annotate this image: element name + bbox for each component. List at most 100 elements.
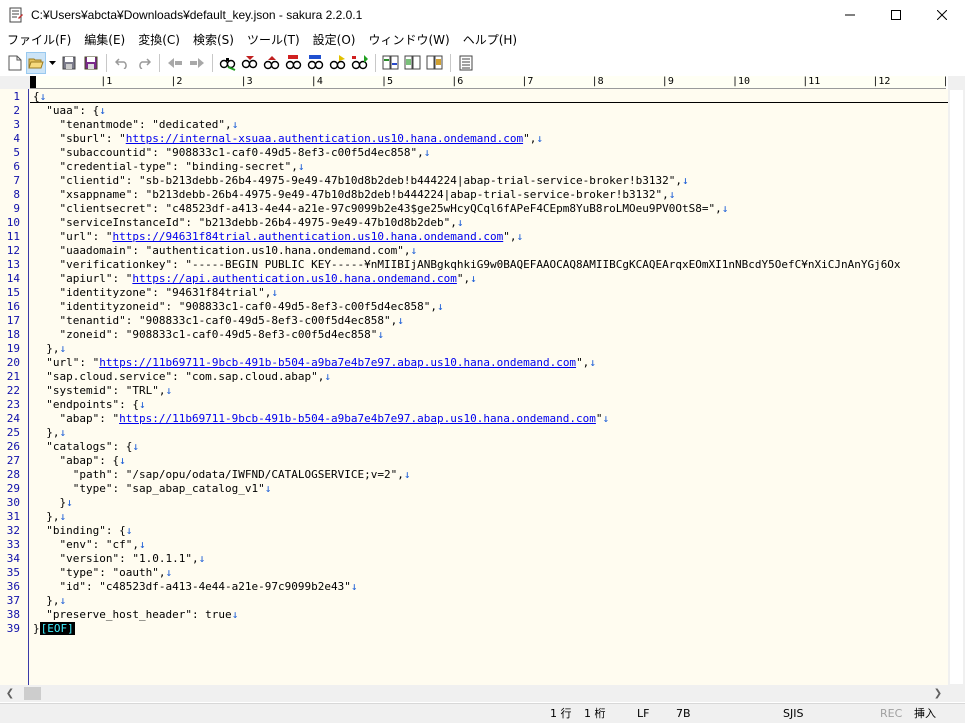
code-line[interactable]: "tenantid": "908833c1-caf0-49d5-8ef3-c00…: [33, 314, 403, 328]
jump-forward-button[interactable]: [186, 52, 208, 74]
open-recent-dropdown[interactable]: [46, 52, 58, 74]
code-text: "clientid": "sb-b213debb-26b4-4975-9e49-…: [33, 174, 683, 187]
text-content[interactable]: {↓ "uaa": {↓ "tenantmode": "dedicated",↓…: [33, 89, 948, 685]
line-number: 38: [6, 608, 20, 621]
editor-area[interactable]: 1 2 3 4 5 6 7 8 9 10 11 12 13 14 15 16 17 18 19 20 21 22 23 24 2…: [0, 89, 948, 685]
maximize-button[interactable]: [873, 0, 919, 30]
code-line[interactable]: "sburl": "https://internal-xsuaa.authent…: [33, 132, 542, 146]
code-line[interactable]: {↓: [33, 90, 46, 104]
code-line[interactable]: },↓: [33, 594, 66, 608]
code-line[interactable]: "clientsecret": "c48523df-a413-4e44-a21e…: [33, 202, 728, 216]
code-line[interactable]: "xsappname": "b213debb-26b4-4975-9e49-47…: [33, 188, 675, 202]
code-line[interactable]: "subaccountid": "908833c1-caf0-49d5-8ef3…: [33, 146, 430, 160]
url-link[interactable]: https://94631f84trial.authentication.us1…: [112, 230, 503, 243]
url-link[interactable]: https://api.authentication.us10.hana.ond…: [132, 272, 457, 285]
close-button[interactable]: [919, 0, 965, 30]
code-line[interactable]: "type": "sap_abap_catalog_v1"↓: [33, 482, 272, 496]
search-clear-button[interactable]: [283, 52, 305, 74]
line-feed-mark-icon: ↓: [403, 468, 411, 481]
code-line[interactable]: "catalogs": {↓: [33, 440, 139, 454]
code-line[interactable]: "credential-type": "binding-secret",↓: [33, 160, 304, 174]
search-icon: [219, 58, 236, 71]
save-as-button[interactable]: [80, 52, 102, 74]
ruler-tick-label: 0: [30, 76, 37, 87]
code-line[interactable]: "version": "1.0.1.1",↓: [33, 552, 205, 566]
open-file-button[interactable]: [26, 52, 46, 74]
save-button[interactable]: [58, 52, 80, 74]
code-line[interactable]: "serviceInstanceId": "b213debb-26b4-4975…: [33, 216, 463, 230]
search-prev-button[interactable]: [239, 52, 261, 74]
line-feed-mark-icon: ↓: [602, 412, 610, 425]
code-line[interactable]: "tenantmode": "dedicated",↓: [33, 118, 238, 132]
code-line[interactable]: "path": "/sap/opu/odata/IWFND/CATALOGSER…: [33, 468, 411, 482]
url-link[interactable]: https://11b69711-9bcb-491b-b504-a9ba7e4b…: [99, 356, 576, 369]
code-line[interactable]: "preserve_host_header": true↓: [33, 608, 238, 622]
menu-search[interactable]: 検索(S): [186, 30, 240, 50]
code-line[interactable]: "abap": {↓: [33, 454, 125, 468]
code-text: ",: [523, 132, 537, 145]
minimize-icon: [845, 14, 855, 16]
code-line[interactable]: }↓: [33, 496, 72, 510]
bookmark-button[interactable]: [349, 52, 371, 74]
ruler-tick-label: |7: [521, 76, 534, 87]
code-line[interactable]: "url": "https://11b69711-9bcb-491b-b504-…: [33, 356, 596, 370]
code-line[interactable]: "uaa": {↓: [33, 104, 106, 118]
vertical-scrollbar[interactable]: [948, 76, 965, 685]
code-line[interactable]: "sap.cloud.service": "com.sap.cloud.abap…: [33, 370, 331, 384]
code-line[interactable]: "clientid": "sb-b213debb-26b4-4975-9e49-…: [33, 174, 688, 188]
menu-file[interactable]: ファイル(F): [0, 30, 77, 50]
code-text: ": [595, 412, 603, 425]
code-line[interactable]: "url": "https://94631f84trial.authentica…: [33, 230, 523, 244]
code-line[interactable]: "identityzone": "94631f84trial",↓: [33, 286, 278, 300]
status-insert-mode[interactable]: 挿入: [914, 707, 936, 721]
menu-edit[interactable]: 編集(E): [77, 30, 131, 50]
code-line[interactable]: }[EOF]: [33, 622, 75, 636]
menu-convert[interactable]: 変換(C): [131, 30, 186, 50]
search-next-button[interactable]: [261, 52, 283, 74]
code-line[interactable]: "env": "cf",↓: [33, 538, 145, 552]
code-line[interactable]: "endpoints": {↓: [33, 398, 145, 412]
code-line[interactable]: "abap": "https://11b69711-9bcb-491b-b504…: [33, 412, 609, 426]
code-line[interactable]: "binding": {↓: [33, 524, 132, 538]
jump-back-button[interactable]: [164, 52, 186, 74]
line-number: 3: [13, 118, 20, 131]
url-link[interactable]: https://internal-xsuaa.authentication.us…: [126, 132, 523, 145]
code-line[interactable]: },↓: [33, 426, 66, 440]
minimize-button[interactable]: [827, 0, 873, 30]
code-line[interactable]: "id": "c48523df-a413-4e44-a21e-97c9099b2…: [33, 580, 357, 594]
scroll-left-arrow-icon[interactable]: ❮: [4, 687, 16, 700]
settings-button[interactable]: [455, 52, 477, 74]
menu-settings[interactable]: 設定(O): [306, 30, 362, 50]
code-line[interactable]: "type": "oauth",↓: [33, 566, 172, 580]
line-number: 7: [13, 174, 20, 187]
menu-window[interactable]: ウィンドウ(W): [361, 30, 455, 50]
replace-button[interactable]: [327, 52, 349, 74]
grep-button[interactable]: [305, 52, 327, 74]
code-line[interactable]: "zoneid": "908833c1-caf0-49d5-8ef3-c00f5…: [33, 328, 384, 342]
menu-tools[interactable]: ツール(T): [240, 30, 306, 50]
menu-help[interactable]: ヘルプ(H): [456, 30, 523, 50]
search-button[interactable]: [217, 52, 239, 74]
status-encoding[interactable]: SJIS: [783, 707, 803, 721]
code-text: ",: [576, 356, 590, 369]
code-line[interactable]: "verificationkey": "-----BEGIN PUBLIC KE…: [33, 258, 900, 272]
code-line[interactable]: "systemid": "TRL",↓: [33, 384, 172, 398]
ruler-tick-label: |11: [802, 76, 821, 87]
new-file-button[interactable]: [4, 52, 26, 74]
horizontal-scrollbar[interactable]: ❮ ❯: [0, 685, 948, 702]
outline-button[interactable]: [402, 52, 424, 74]
undo-button[interactable]: [111, 52, 133, 74]
code-line[interactable]: "uaadomain": "authentication.us10.hana.o…: [33, 244, 417, 258]
status-line-ending[interactable]: LF: [637, 707, 649, 721]
copy-path-button[interactable]: [424, 52, 446, 74]
scroll-right-arrow-icon[interactable]: ❯: [932, 687, 944, 700]
code-line[interactable]: "apiurl": "https://api.authentication.us…: [33, 272, 476, 286]
url-link[interactable]: https://11b69711-9bcb-491b-b504-a9ba7e4b…: [119, 412, 596, 425]
code-line[interactable]: },↓: [33, 342, 66, 356]
horizontal-scroll-thumb[interactable]: [24, 687, 41, 700]
compare-button[interactable]: [380, 52, 402, 74]
vertical-scroll-thumb[interactable]: [950, 90, 963, 684]
redo-button[interactable]: [133, 52, 155, 74]
code-line[interactable]: "identityzoneid": "908833c1-caf0-49d5-8e…: [33, 300, 443, 314]
code-line[interactable]: },↓: [33, 510, 66, 524]
